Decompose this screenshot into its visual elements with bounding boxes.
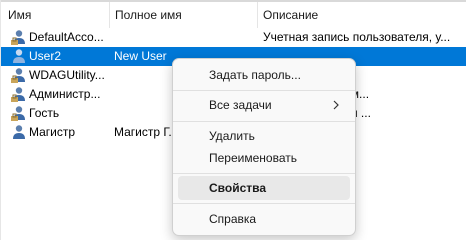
user-description: Учетная запись пользователя, у... (263, 30, 451, 44)
menu-item-label: Все задачи (209, 98, 272, 112)
user-icon (11, 30, 25, 45)
menu-item-delete[interactable]: Удалить (178, 124, 350, 148)
column-header-description[interactable]: Описание (256, 2, 466, 28)
menu-separator (173, 90, 355, 91)
column-header: Имя Полное имя Описание (1, 2, 466, 28)
user-name: Администр... (29, 87, 101, 101)
chevron-right-icon (333, 100, 339, 110)
column-header-name[interactable]: Имя (1, 2, 109, 28)
user-icon (11, 87, 25, 102)
user-icon (13, 125, 25, 139)
list-item-defaultaccount[interactable]: DefaultAcco... Учетная запись пользовате… (1, 28, 466, 47)
user-name: DefaultAcco... (29, 30, 104, 44)
menu-separator (173, 121, 355, 122)
user-icon (11, 68, 25, 83)
menu-item-properties[interactable]: Свойства (178, 176, 350, 200)
menu-item-set-password[interactable]: Задать пароль... (178, 63, 350, 87)
menu-item-all-tasks[interactable]: Все задачи (178, 93, 350, 117)
user-name: WDAGUtility... (29, 68, 105, 82)
user-name: Магистр (29, 125, 76, 139)
menu-separator (173, 203, 355, 204)
user-icon (13, 49, 25, 63)
user-fullname (114, 28, 259, 47)
column-header-fullname[interactable]: Полное имя (108, 2, 258, 28)
user-icon (11, 106, 25, 121)
menu-item-rename[interactable]: Переименовать (178, 146, 350, 170)
menu-item-help[interactable]: Справка (178, 207, 350, 231)
user-name: Гость (29, 106, 60, 120)
user-name: User2 (29, 49, 62, 63)
context-menu: Задать пароль... Все задачи Удалить Пере… (172, 58, 356, 236)
menu-separator (173, 173, 355, 174)
